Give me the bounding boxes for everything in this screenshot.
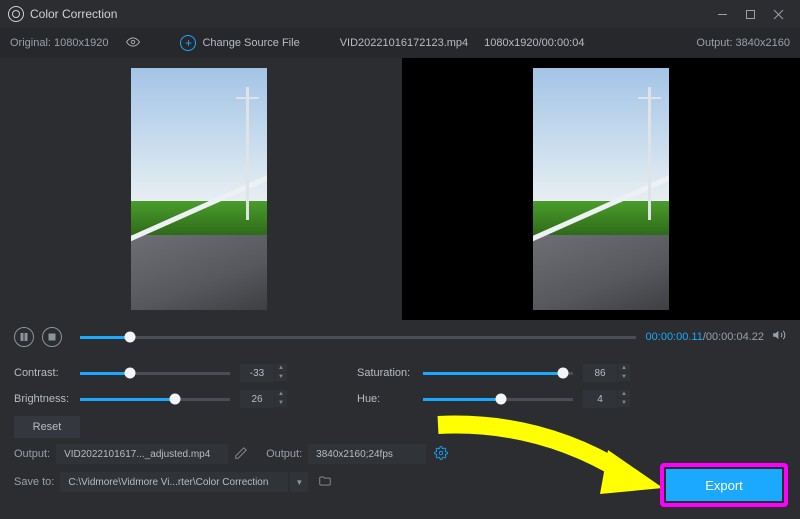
saturation-label: Saturation: <box>357 367 423 379</box>
app-logo-icon <box>8 6 24 22</box>
contrast-slider[interactable] <box>80 372 230 375</box>
export-button[interactable]: Export <box>666 469 782 501</box>
maximize-button[interactable] <box>736 0 764 28</box>
contrast-label: Contrast: <box>14 367 80 379</box>
brightness-slider[interactable] <box>80 398 230 401</box>
saturation-slider[interactable] <box>423 372 573 375</box>
brightness-value[interactable]: 26 <box>240 390 274 408</box>
adjustment-panel: Contrast: -33 ▲▼ Saturation: 86 ▲▼ Brigh… <box>0 354 800 440</box>
preview-original <box>0 58 398 320</box>
video-frame-output <box>533 68 669 310</box>
output-format-value: 3840x2160;24fps <box>308 444 426 464</box>
close-button[interactable] <box>764 0 792 28</box>
contrast-step-down[interactable]: ▼ <box>275 373 287 381</box>
seek-knob[interactable] <box>124 332 135 343</box>
toolbar: Original: 1080x1920 + Change Source File… <box>0 28 800 58</box>
time-current: 00:00:00.11 <box>646 331 703 343</box>
pause-button[interactable] <box>14 327 34 347</box>
output-file-value: VID2022101617..._adjusted.mp4 <box>56 444 228 464</box>
change-source-label: Change Source File <box>202 37 299 49</box>
saturation-value[interactable]: 86 <box>583 364 617 382</box>
plus-icon: + <box>180 35 196 51</box>
preview-area <box>0 58 800 320</box>
save-to-value: C:\Vidmore\Vidmore Vi...rter\Color Corre… <box>60 472 288 492</box>
timeline: 00:00:00.11/00:00:04.22 <box>0 320 800 354</box>
hue-value[interactable]: 4 <box>583 390 617 408</box>
preview-output <box>402 58 800 320</box>
volume-icon[interactable] <box>772 328 786 347</box>
seek-slider[interactable] <box>80 336 636 339</box>
hue-slider[interactable] <box>423 398 573 401</box>
brightness-label: Brightness: <box>14 393 80 405</box>
change-source-button[interactable]: + Change Source File <box>180 35 299 51</box>
save-to-dropdown[interactable]: ▼ <box>290 472 308 492</box>
saturation-step-up[interactable]: ▲ <box>618 364 630 372</box>
edit-filename-icon[interactable] <box>234 446 248 463</box>
brightness-step-down[interactable]: ▼ <box>275 399 287 407</box>
saturation-step-down[interactable]: ▼ <box>618 373 630 381</box>
brightness-step-up[interactable]: ▲ <box>275 390 287 398</box>
settings-icon[interactable] <box>434 446 448 463</box>
reset-button[interactable]: Reset <box>14 416 80 438</box>
original-dimensions: Original: 1080x1920 <box>10 37 108 49</box>
save-to-label: Save to: <box>14 476 54 488</box>
stop-button[interactable] <box>42 327 62 347</box>
output-dimensions: Output: 3840x2160 <box>696 37 790 49</box>
window-title: Color Correction <box>30 7 117 21</box>
export-highlight: Export <box>660 463 788 507</box>
contrast-value[interactable]: -33 <box>240 364 274 382</box>
seek-progress <box>80 336 130 339</box>
preview-toggle-icon[interactable] <box>126 35 140 52</box>
open-folder-icon[interactable] <box>318 474 332 491</box>
output-format-label: Output: <box>266 448 302 460</box>
source-filename: VID20221016172123.mp4 <box>340 37 468 49</box>
titlebar: Color Correction <box>0 0 800 28</box>
hue-step-up[interactable]: ▲ <box>618 390 630 398</box>
time-total: /00:00:04.22 <box>703 331 764 343</box>
contrast-step-up[interactable]: ▲ <box>275 364 287 372</box>
output-file-label: Output: <box>14 448 50 460</box>
hue-label: Hue: <box>357 393 423 405</box>
video-frame-original <box>131 68 267 310</box>
minimize-button[interactable] <box>708 0 736 28</box>
hue-step-down[interactable]: ▼ <box>618 399 630 407</box>
source-dims-duration: 1080x1920/00:00:04 <box>484 37 584 49</box>
